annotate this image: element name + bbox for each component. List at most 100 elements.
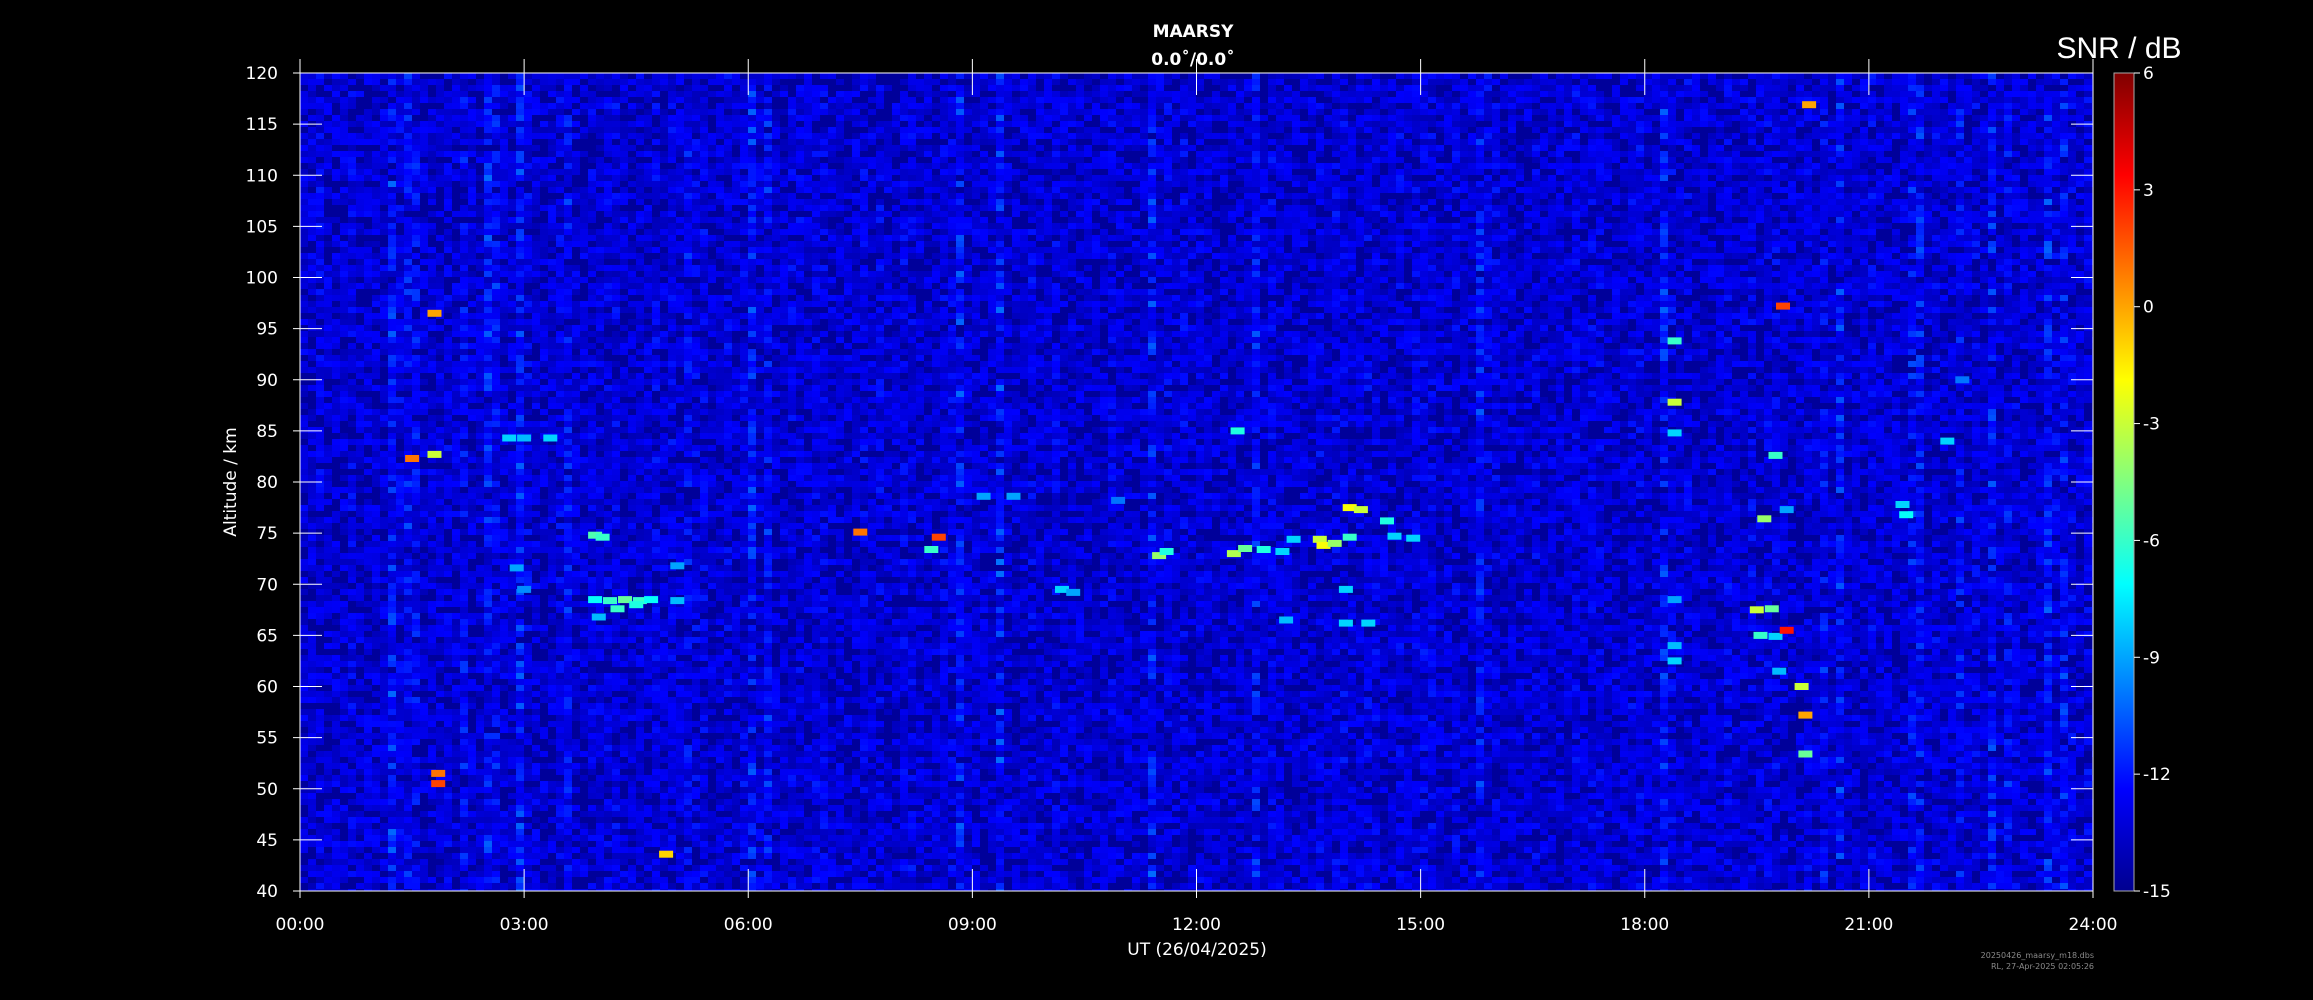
- heatmap-cell: [340, 655, 348, 661]
- heatmap-cell: [484, 331, 492, 337]
- heatmap-cell: [652, 271, 660, 277]
- heatmap-cell: [452, 751, 460, 757]
- heatmap-cell: [604, 475, 612, 481]
- heatmap-cell: [484, 313, 492, 319]
- heatmap-cell: [484, 193, 492, 199]
- heatmap-cell: [524, 337, 532, 343]
- heatmap-cell: [596, 181, 604, 187]
- heatmap-cell: [652, 649, 660, 655]
- heatmap-cell: [620, 247, 628, 253]
- heatmap-cell: [340, 631, 348, 637]
- heatmap-cell: [388, 379, 396, 385]
- heatmap-cell: [468, 139, 476, 145]
- heatmap-cell: [316, 217, 324, 223]
- heatmap-cell: [380, 475, 388, 481]
- heatmap-cell: [300, 475, 308, 481]
- heatmap-cell: [660, 403, 668, 409]
- heatmap-cell: [476, 613, 484, 619]
- heatmap-cell: [652, 757, 660, 763]
- heatmap-cell: [492, 79, 500, 85]
- heatmap-cell: [436, 211, 444, 217]
- heatmap-cell: [572, 601, 580, 607]
- heatmap-cell: [396, 601, 404, 607]
- heatmap-cell: [388, 535, 396, 541]
- heatmap-cell: [364, 277, 372, 283]
- heatmap-cell: [572, 469, 580, 475]
- heatmap-cell: [596, 103, 604, 109]
- heatmap-cell: [444, 217, 452, 223]
- heatmap-cell: [548, 217, 556, 223]
- heatmap-cell: [332, 133, 340, 139]
- heatmap-cell: [564, 145, 572, 151]
- heatmap-cell: [596, 229, 604, 235]
- heatmap-cell: [660, 811, 668, 817]
- heatmap-cell: [372, 109, 380, 115]
- heatmap-cell: [476, 463, 484, 469]
- heatmap-cell: [476, 499, 484, 505]
- heatmap-cell: [452, 793, 460, 799]
- heatmap-cell: [380, 145, 388, 151]
- heatmap-cell: [564, 163, 572, 169]
- heatmap-cell: [468, 259, 476, 265]
- heatmap-cell: [364, 241, 372, 247]
- heatmap-cell: [404, 97, 412, 103]
- heatmap-cell: [300, 361, 308, 367]
- heatmap-cell: [332, 637, 340, 643]
- heatmap-cell: [364, 247, 372, 253]
- heatmap-cell: [380, 229, 388, 235]
- heatmap-cell: [340, 565, 348, 571]
- heatmap-cell: [396, 325, 404, 331]
- heatmap-cell: [428, 361, 436, 367]
- heatmap-cell: [492, 841, 500, 847]
- heatmap-cell: [516, 709, 524, 715]
- heatmap-cell: [428, 505, 436, 511]
- heatmap-cell: [668, 181, 676, 187]
- heatmap-cell: [436, 91, 444, 97]
- heatmap-cell: [420, 541, 428, 547]
- heatmap-cell: [636, 169, 644, 175]
- heatmap-cell: [548, 247, 556, 253]
- heatmap-cell: [620, 643, 628, 649]
- heatmap-cell: [628, 847, 636, 853]
- heatmap-cell: [604, 757, 612, 763]
- heatmap-cell: [548, 403, 556, 409]
- heatmap-cell: [404, 379, 412, 385]
- heatmap-cell: [300, 73, 308, 79]
- heatmap-cell: [436, 79, 444, 85]
- heatmap-cell: [516, 775, 524, 781]
- heatmap-cell: [452, 385, 460, 391]
- heatmap-cell: [596, 283, 604, 289]
- heatmap-cell: [596, 157, 604, 163]
- heatmap-cell: [660, 715, 668, 721]
- heatmap-cell: [532, 883, 540, 889]
- heatmap-cell: [324, 673, 332, 679]
- heatmap-cell: [500, 199, 508, 205]
- heatmap-cell: [652, 811, 660, 817]
- heatmap-cell: [580, 331, 588, 337]
- heatmap-cell: [436, 439, 444, 445]
- heatmap-cell: [308, 85, 316, 91]
- heatmap-cell: [364, 883, 372, 889]
- heatmap-cell: [428, 445, 436, 451]
- heatmap-cell: [316, 781, 324, 787]
- heatmap-cell: [308, 649, 316, 655]
- heatmap-cell: [332, 601, 340, 607]
- heatmap-cell: [588, 313, 596, 319]
- heatmap-cell: [620, 283, 628, 289]
- heatmap-cell: [444, 481, 452, 487]
- heatmap-cell: [324, 601, 332, 607]
- heatmap-cell: [524, 253, 532, 259]
- heatmap-cell: [460, 529, 468, 535]
- heatmap-cell: [580, 655, 588, 661]
- heatmap-cell: [660, 139, 668, 145]
- heatmap-cell: [628, 805, 636, 811]
- heatmap-cell: [412, 331, 420, 337]
- heatmap-cell: [588, 187, 596, 193]
- heatmap-cell: [460, 289, 468, 295]
- heatmap-cell: [348, 733, 356, 739]
- heatmap-cell: [396, 253, 404, 259]
- heatmap-cell: [564, 685, 572, 691]
- heatmap-cell: [340, 745, 348, 751]
- heatmap-cell: [436, 703, 444, 709]
- heatmap-cell: [596, 547, 604, 553]
